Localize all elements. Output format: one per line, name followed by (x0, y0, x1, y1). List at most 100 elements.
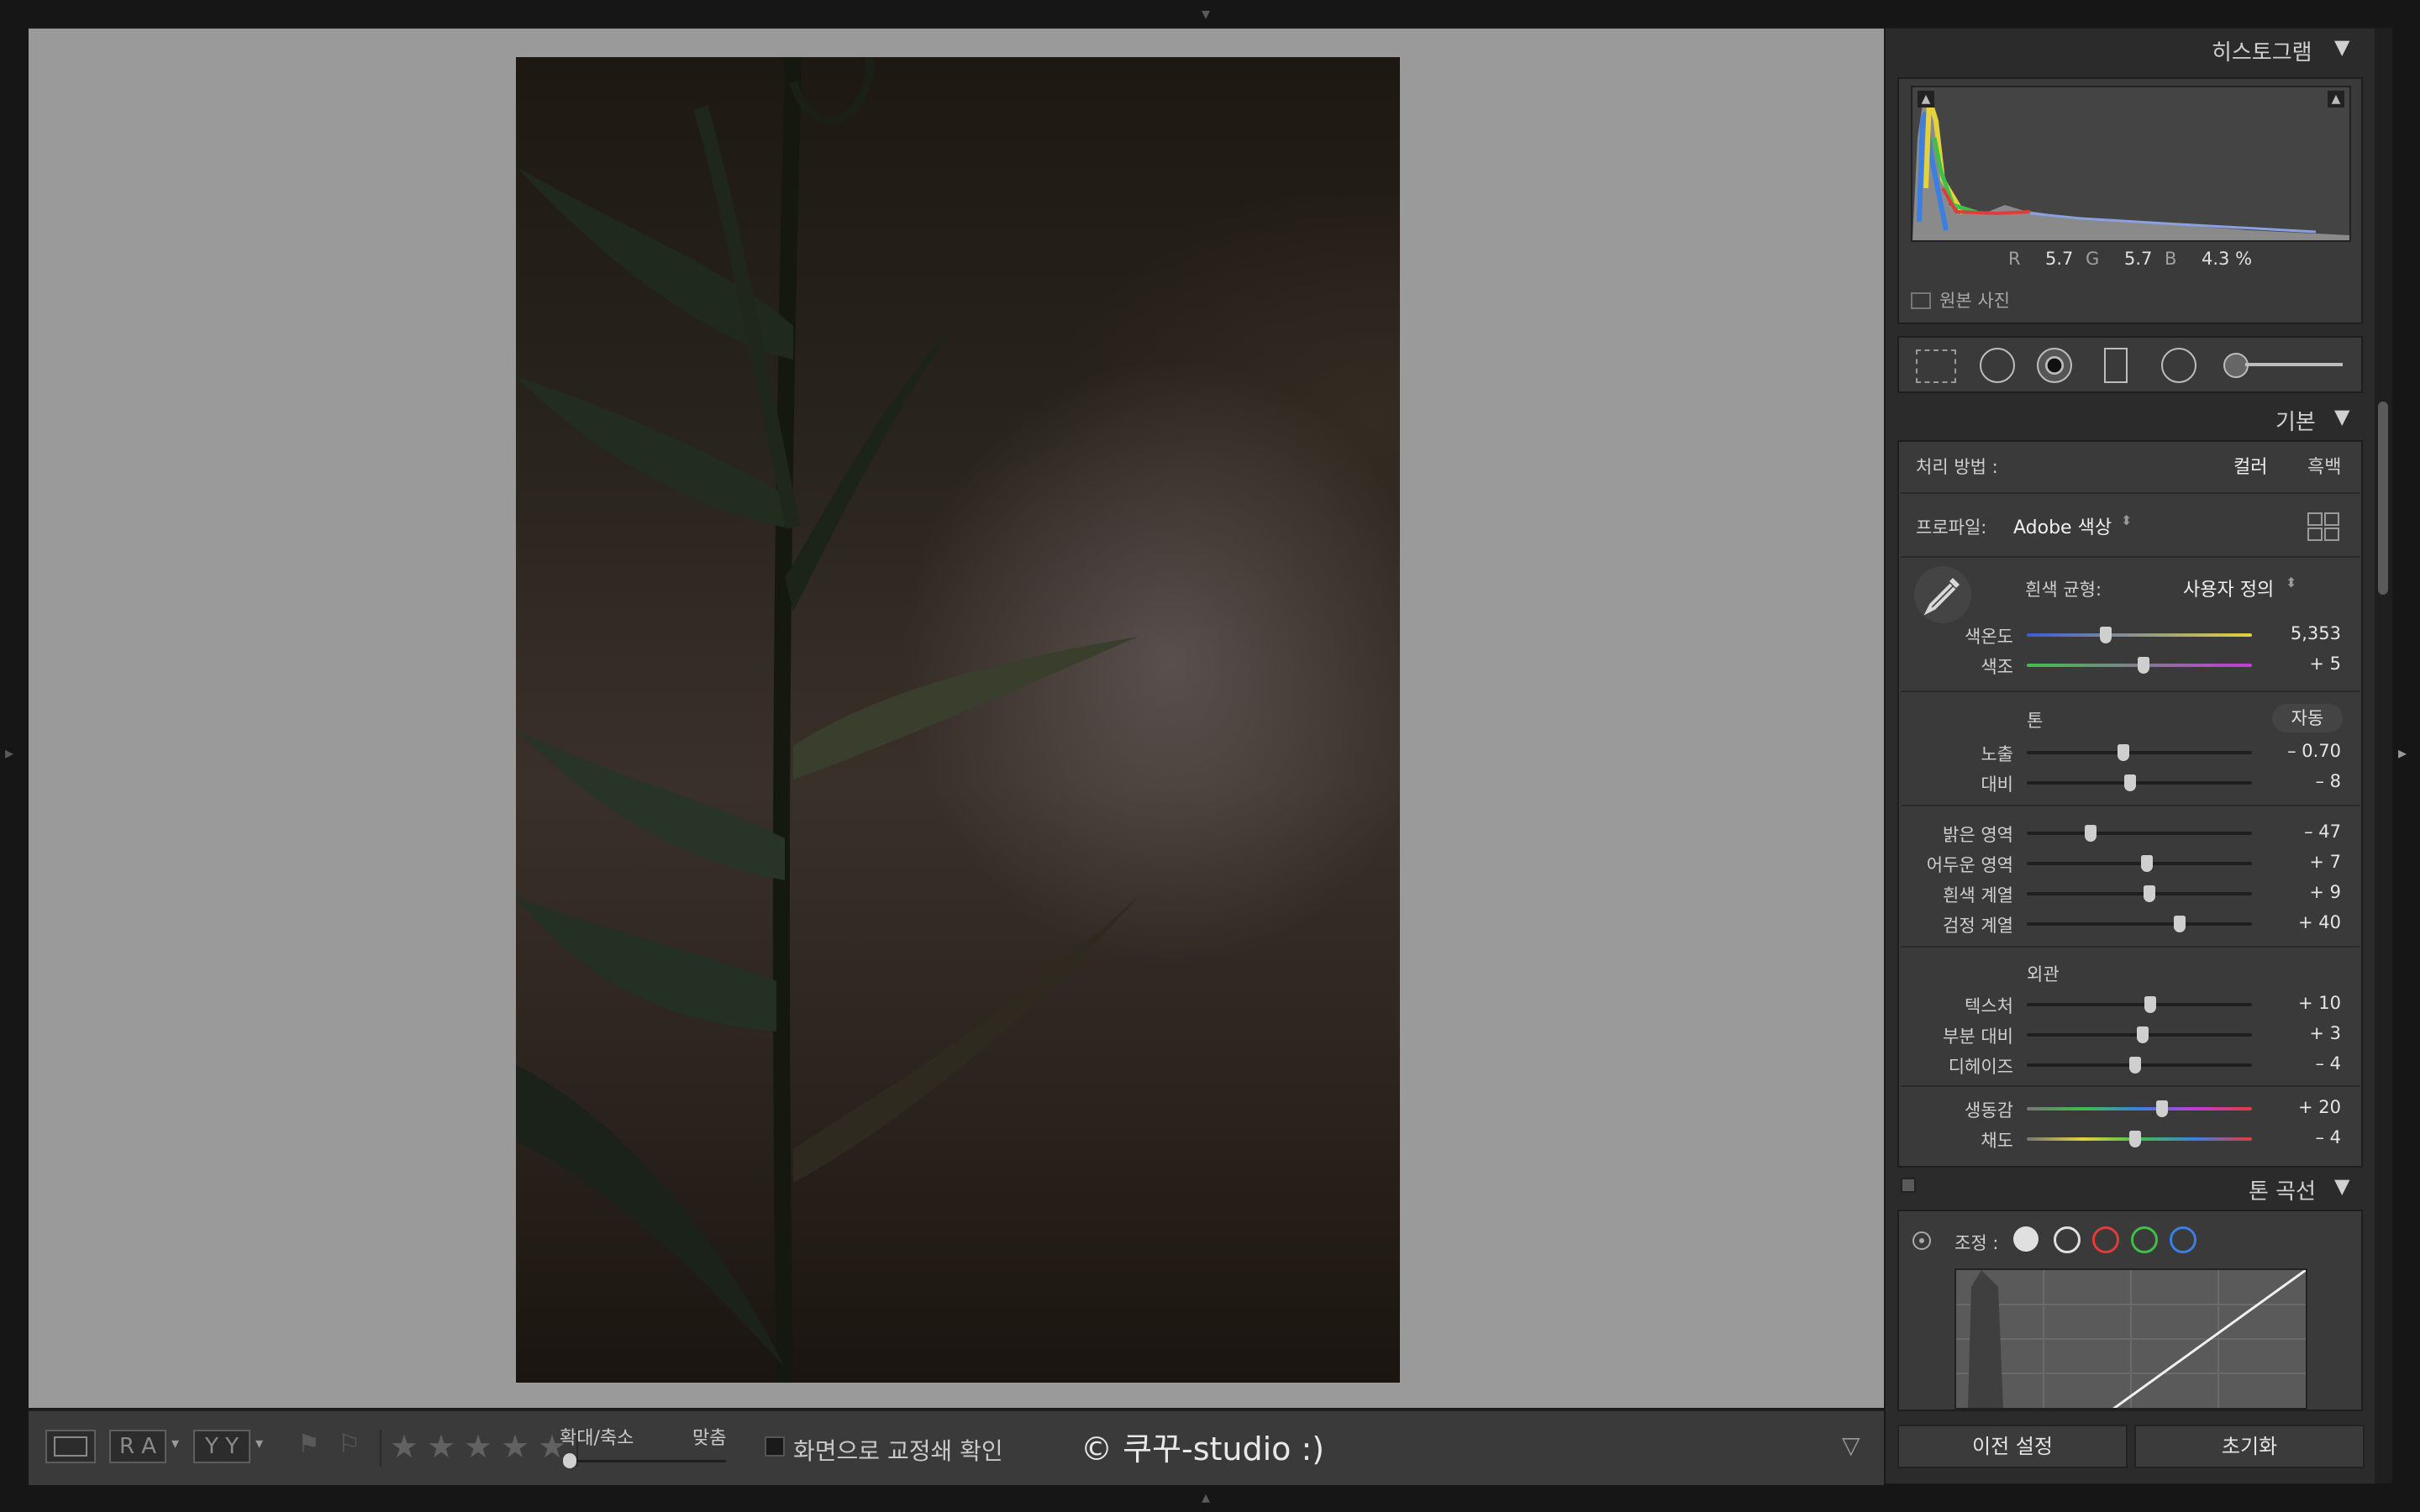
temp-value[interactable]: 5,353 (2249, 623, 2341, 643)
treatment-bw-option[interactable]: 흑백 (2307, 452, 2341, 479)
profile-label: 프로파일: (1916, 517, 1987, 538)
dehaze-slider-thumb[interactable] (2128, 1057, 2141, 1074)
contrast-value[interactable]: – 8 (2249, 771, 2341, 791)
blacks-value[interactable]: + 40 (2249, 912, 2341, 932)
red-eye-icon[interactable] (2037, 348, 2072, 383)
loupe-view-button[interactable] (45, 1430, 96, 1463)
shadow-clipping-toggle[interactable]: ▲ (1918, 91, 1934, 108)
basic-panel-header[interactable]: 기본 (2275, 405, 2316, 436)
graduated-filter-icon[interactable] (2104, 348, 2128, 383)
exposure-slider-track[interactable] (2027, 751, 2252, 754)
filmstrip-toggle-strip[interactable]: ▴ (0, 1483, 2420, 1512)
tone-curve-header[interactable]: 톤 곡선 (2249, 1174, 2316, 1205)
parametric-curve-icon[interactable] (2013, 1226, 2039, 1252)
blacks-slider-track[interactable] (2027, 922, 2252, 926)
tone-curve-collapse-icon[interactable]: ▼ (2334, 1174, 2349, 1198)
star-2-icon[interactable]: ★ (427, 1428, 455, 1465)
shadows-slider-thumb[interactable] (2141, 855, 2154, 872)
profile-browser-icon[interactable] (2307, 512, 2339, 541)
temp-slider-thumb[interactable] (2099, 627, 2112, 643)
auto-tone-button[interactable]: 자동 (2272, 704, 2343, 732)
treatment-color-option[interactable]: 컬러 (2233, 452, 2267, 479)
filmstrip-toggle-icon[interactable]: ▴ (1202, 1487, 1210, 1507)
whites-slider-thumb[interactable] (2144, 885, 2156, 902)
wb-select[interactable]: 사용자 정의 (2183, 575, 2274, 601)
right-panel-scrollbar-thumb[interactable] (2378, 402, 2388, 595)
before-after-lr-dropdown-icon[interactable]: ▾ (171, 1435, 179, 1452)
wb-select-icon[interactable]: ⬍ (2286, 575, 2296, 591)
tone-curve-graph[interactable] (1954, 1268, 2307, 1410)
highlights-label: 밝은 영역 (1943, 825, 2013, 845)
reject-flag-icon[interactable]: ⚐ (338, 1430, 360, 1459)
star-4-icon[interactable]: ★ (501, 1428, 529, 1465)
basic-collapse-icon[interactable]: ▼ (2334, 405, 2349, 428)
top-panel-toggle-strip[interactable]: ▾ (0, 0, 2420, 27)
exposure-slider-thumb[interactable] (2118, 744, 2130, 761)
point-curve-rgb-icon[interactable] (2054, 1226, 2081, 1253)
left-panel-toggle-icon[interactable]: ▸ (5, 743, 13, 763)
green-channel-icon[interactable] (2131, 1226, 2158, 1253)
tint-slider-thumb[interactable] (2138, 657, 2150, 674)
blue-channel-icon[interactable] (2170, 1226, 2196, 1253)
right-panel-toggle-strip[interactable]: ▸ (2393, 0, 2420, 1512)
dehaze-value[interactable]: – 4 (2249, 1053, 2341, 1074)
photo-preview[interactable] (516, 57, 1400, 1383)
texture-value[interactable]: + 10 (2249, 993, 2341, 1013)
contrast-slider-track[interactable] (2027, 781, 2252, 785)
red-channel-icon[interactable] (2092, 1226, 2119, 1253)
profile-select-icon[interactable]: ⬍ (2121, 512, 2132, 528)
adjustment-brush-slider[interactable] (2245, 363, 2343, 366)
right-panel-toggle-icon[interactable]: ▸ (2398, 743, 2407, 763)
clarity-value[interactable]: + 3 (2249, 1023, 2341, 1043)
before-after-tb-button[interactable]: Y Y (193, 1430, 250, 1463)
saturation-value[interactable]: – 4 (2249, 1127, 2341, 1147)
profile-select[interactable]: Adobe 색상 (2013, 512, 2112, 539)
wb-eyedropper-button[interactable] (1914, 566, 1971, 623)
contrast-label: 대비 (1981, 774, 2013, 795)
star-3-icon[interactable]: ★ (464, 1428, 492, 1465)
exposure-value[interactable]: – 0.70 (2249, 741, 2341, 761)
before-after-tb-dropdown-icon[interactable]: ▾ (255, 1435, 263, 1452)
top-panel-toggle-icon[interactable]: ▾ (1202, 3, 1210, 24)
texture-slider-track[interactable] (2027, 1003, 2252, 1006)
vibrance-value[interactable]: + 20 (2249, 1097, 2341, 1117)
target-adjust-icon[interactable] (1912, 1231, 1931, 1250)
right-panel-scrollbar[interactable] (2375, 29, 2391, 1483)
zoom-slider-thumb[interactable] (563, 1453, 576, 1468)
shadows-slider-track[interactable] (2027, 862, 2252, 865)
toolbar-content-dropdown-icon[interactable]: ▽ (1842, 1431, 1860, 1459)
highlights-value[interactable]: – 47 (2249, 822, 2341, 842)
spot-removal-icon[interactable] (1980, 348, 2015, 383)
histogram-collapse-icon[interactable]: ▼ (2334, 35, 2349, 59)
radial-filter-icon[interactable] (2161, 348, 2196, 383)
reset-button[interactable]: 초기화 (2134, 1425, 2365, 1468)
whites-slider-track[interactable] (2027, 892, 2252, 895)
temp-slider-track[interactable] (2027, 633, 2252, 637)
contrast-slider-thumb[interactable] (2124, 774, 2137, 791)
flag-icon[interactable]: ⚑ (297, 1430, 320, 1459)
previous-settings-button[interactable]: 이전 설정 (1897, 1425, 2128, 1468)
clarity-slider-thumb[interactable] (2137, 1026, 2149, 1043)
crop-tool-icon[interactable] (1916, 349, 1956, 383)
vibrance-slider-track[interactable] (2027, 1107, 2252, 1110)
highlight-clipping-toggle[interactable]: ▲ (2328, 91, 2344, 108)
tint-value[interactable]: + 5 (2249, 654, 2341, 674)
tone-curve-enable-toggle[interactable] (1901, 1178, 1916, 1193)
histogram-graph[interactable]: ▲ ▲ (1911, 86, 2351, 242)
highlights-slider-thumb[interactable] (2085, 825, 2097, 842)
before-after-lr-button[interactable]: R A (109, 1430, 166, 1463)
shadows-value[interactable]: + 7 (2249, 852, 2341, 872)
texture-slider-thumb[interactable] (2144, 996, 2157, 1013)
blacks-slider-thumb[interactable] (2174, 916, 2186, 932)
highlights-slider-track[interactable] (2027, 832, 2252, 835)
soft-proof-checkbox[interactable] (765, 1436, 785, 1457)
original-photo-checkbox[interactable] (1911, 292, 1931, 309)
whites-value[interactable]: + 9 (2249, 882, 2341, 902)
star-1-icon[interactable]: ★ (390, 1428, 418, 1465)
saturation-slider-thumb[interactable] (2128, 1131, 2141, 1147)
histogram-header[interactable]: 히스토그램 (2212, 35, 2312, 66)
left-panel-toggle-strip[interactable]: ▸ (0, 0, 29, 1512)
presence-section-label: 외관 (2027, 964, 2060, 984)
vibrance-slider-thumb[interactable] (2155, 1100, 2168, 1117)
zoom-slider-track[interactable] (566, 1460, 726, 1462)
